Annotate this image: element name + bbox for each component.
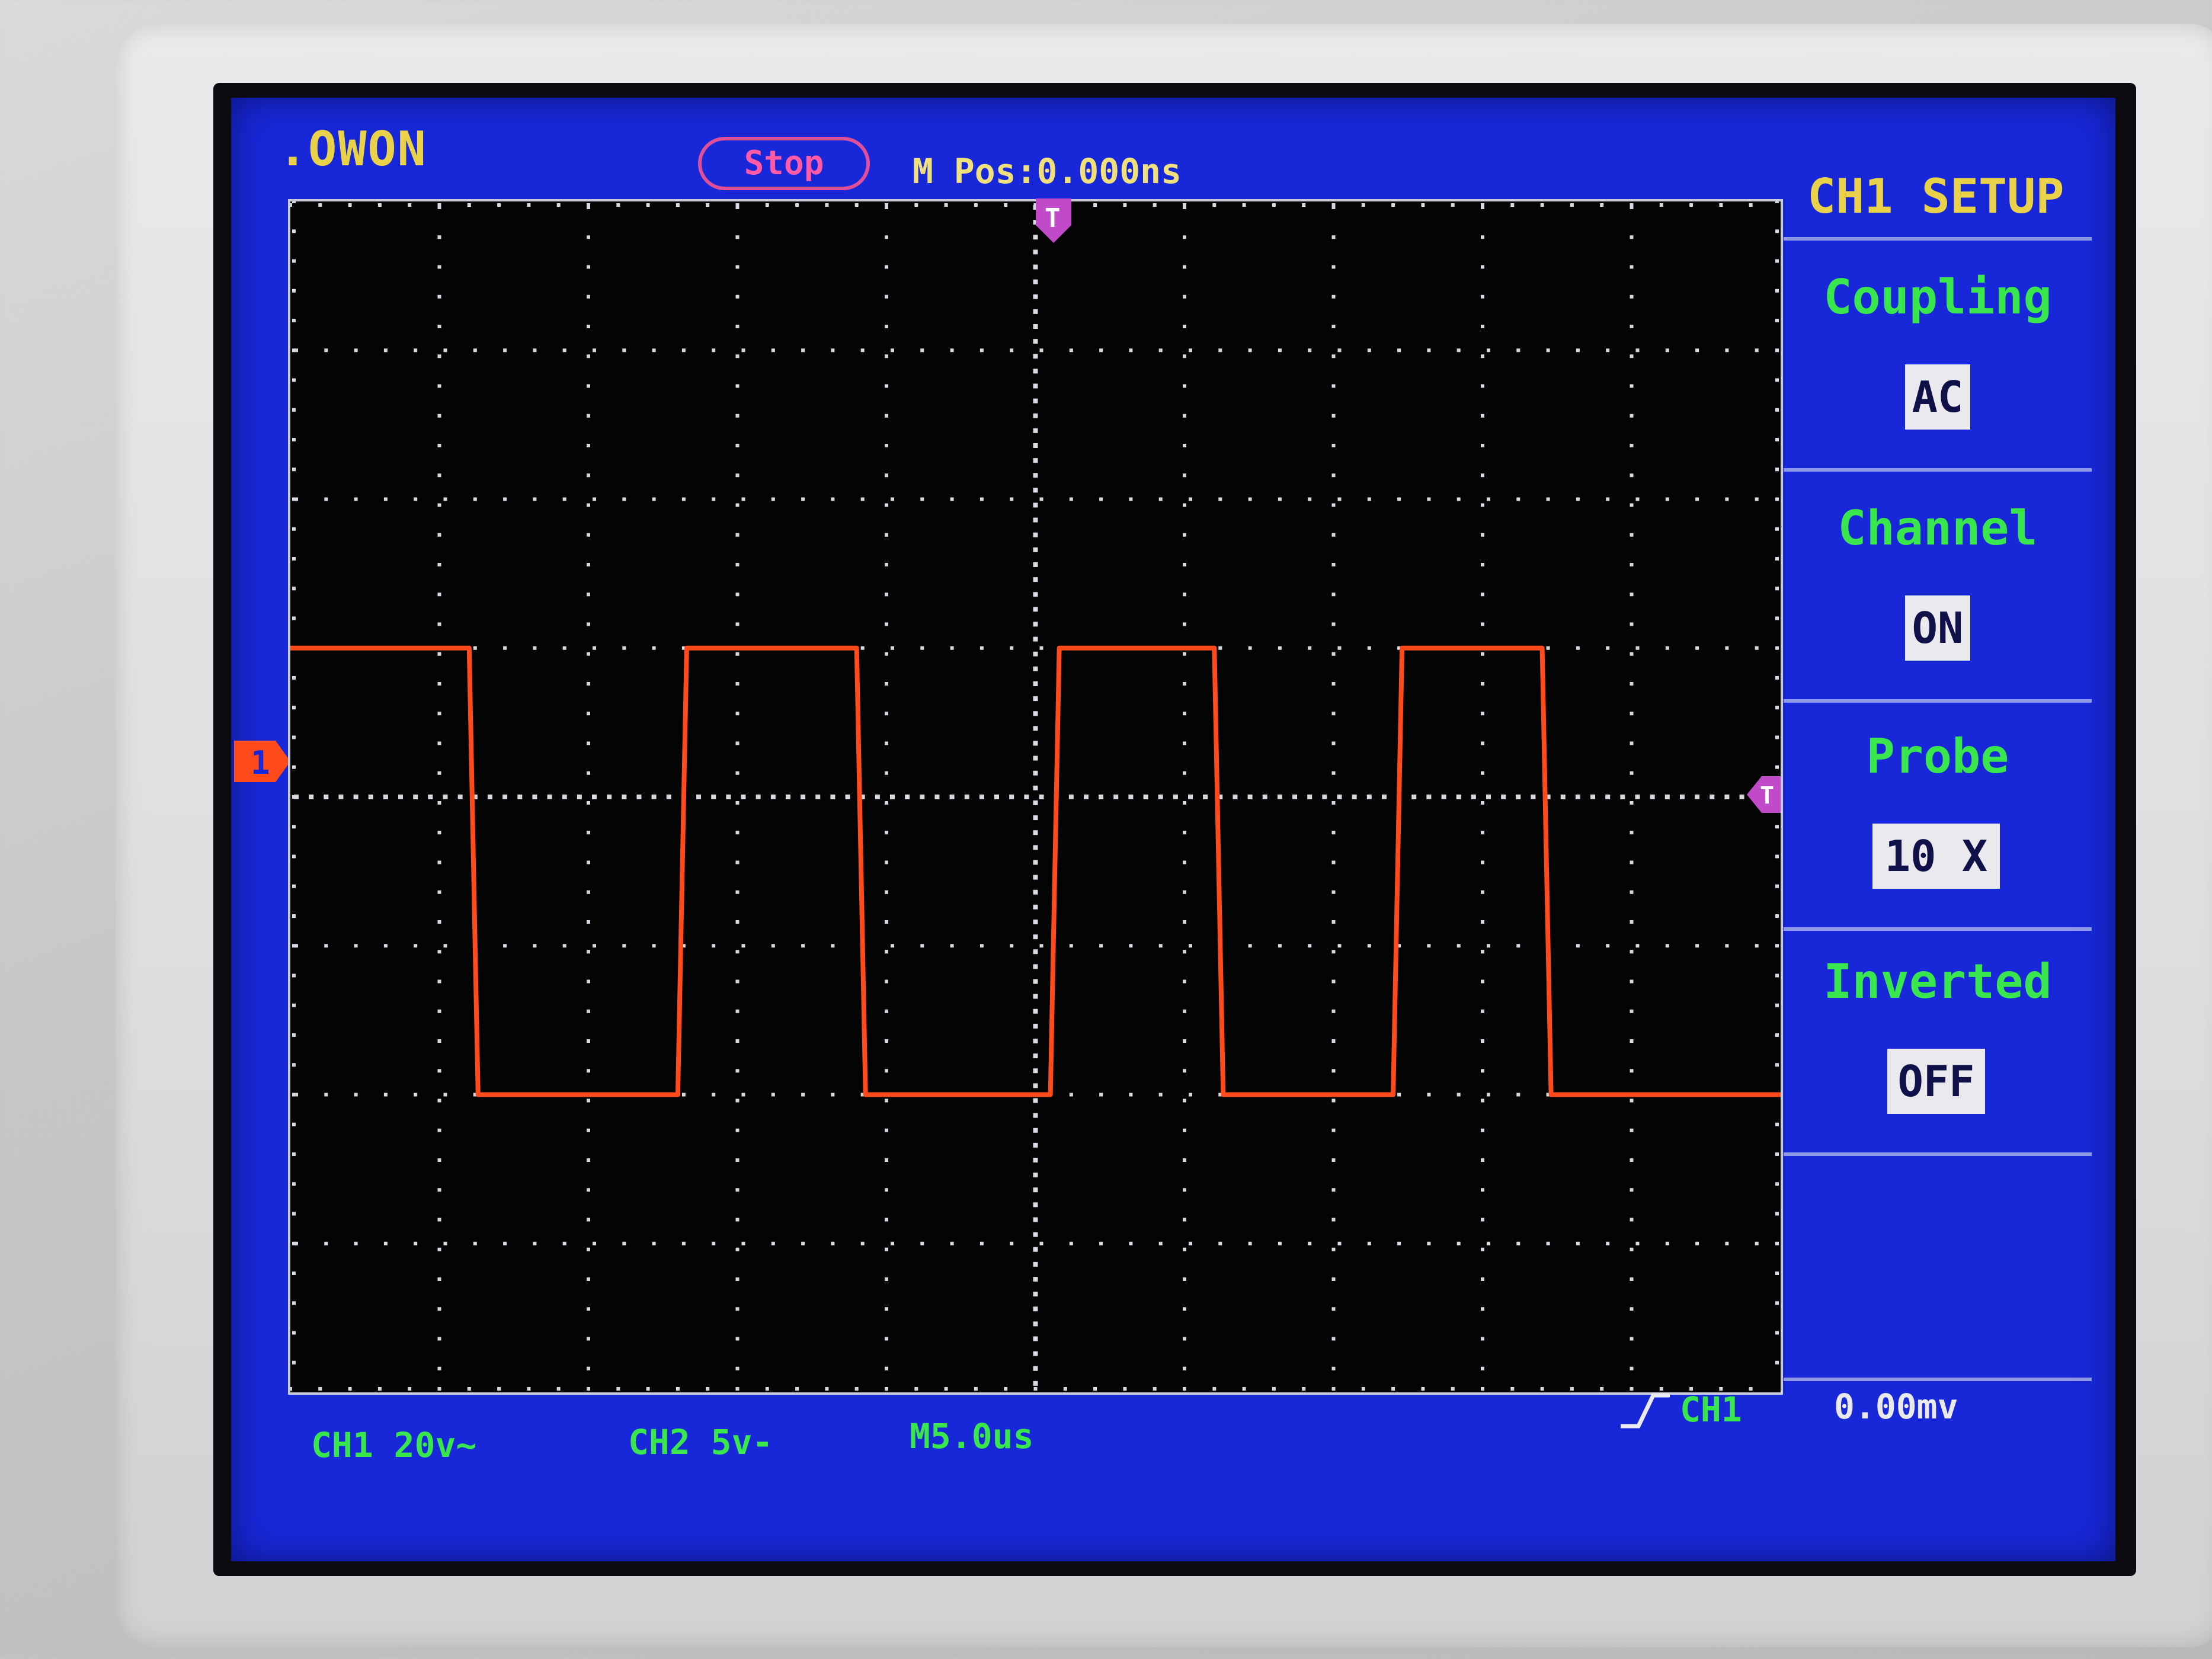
ch1-scale-readout: CH1 20v~ (311, 1425, 477, 1465)
channel-label: Channel (1838, 501, 2038, 556)
oscilloscope-screen: .OWON Stop M Pos:0.000ns CH1 SETUP 1 T T (231, 98, 2115, 1561)
menu-divider (1784, 1378, 2092, 1381)
waveform-display: T T (290, 198, 1781, 1392)
waveform-plot (290, 201, 1781, 1391)
trigger-level-readout: 0.00mv (1834, 1386, 1958, 1427)
menu-divider (1784, 927, 2092, 931)
trigger-time-marker-label: T (1045, 203, 1061, 233)
run-state-badge: Stop (698, 137, 870, 190)
probe-value: 10 X (1872, 824, 2000, 889)
ch2-scale-readout: CH2 5v- (628, 1422, 773, 1462)
menu-divider (1784, 1152, 2092, 1156)
graticule-grid (290, 201, 1779, 1391)
menu-divider (1784, 468, 2092, 472)
horizontal-position-readout: M Pos:0.000ns (913, 151, 1182, 191)
channel-value: ON (1905, 595, 1970, 661)
trigger-level-marker-label: T (1760, 782, 1774, 809)
ch1-setup-menu: Coupling AC Channel ON Probe 10 X Invert… (1784, 98, 2104, 1561)
timebase-readout: M5.0us (910, 1416, 1034, 1456)
trigger-source-readout: CH1 (1680, 1389, 1742, 1430)
inverted-label: Inverted (1823, 954, 2052, 1009)
coupling-value: AC (1905, 364, 1970, 430)
inverted-value: OFF (1887, 1049, 1985, 1114)
channel-1-marker-label: 1 (251, 744, 270, 782)
probe-label: Probe (1866, 729, 2009, 784)
menu-divider (1784, 237, 2092, 241)
menu-divider (1784, 699, 2092, 703)
rising-edge-trigger-icon (1618, 1389, 1671, 1433)
brand-logo: .OWON (278, 121, 427, 177)
channel-1-marker: 1 (234, 741, 290, 784)
coupling-label: Coupling (1823, 270, 2052, 325)
